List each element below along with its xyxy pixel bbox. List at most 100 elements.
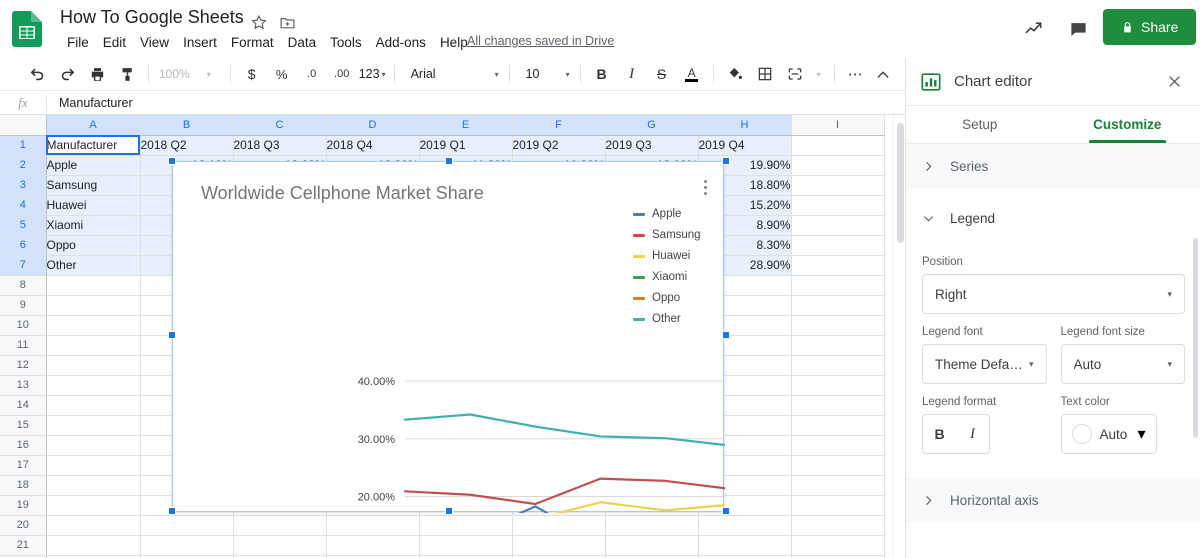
row-head-8[interactable]: 8 xyxy=(0,275,47,296)
font-family-select[interactable]: Arial ▾ xyxy=(407,62,503,86)
undo-icon[interactable] xyxy=(24,61,50,87)
row-head-15[interactable]: 15 xyxy=(0,415,47,436)
cell-A18[interactable] xyxy=(46,475,141,496)
row-head-10[interactable]: 10 xyxy=(0,315,47,336)
cell-I12[interactable] xyxy=(791,355,885,376)
move-to-folder-icon[interactable] xyxy=(276,11,298,33)
cell-I21[interactable] xyxy=(791,535,885,556)
section-series[interactable]: Series xyxy=(906,144,1200,188)
row-head-21[interactable]: 21 xyxy=(0,535,47,556)
cell-D21[interactable] xyxy=(326,535,420,556)
row-head-9[interactable]: 9 xyxy=(0,295,47,316)
cell-G21[interactable] xyxy=(605,535,699,556)
borders-icon[interactable] xyxy=(752,61,778,87)
row-head-18[interactable]: 18 xyxy=(0,475,47,496)
row-head-19[interactable]: 19 xyxy=(0,495,47,516)
row-head-3[interactable]: 3 xyxy=(0,175,47,196)
formula-input[interactable]: Manufacturer xyxy=(47,96,905,110)
resize-handle-bottom-right[interactable] xyxy=(722,507,730,515)
cell-E1[interactable]: 2019 Q1 xyxy=(419,135,513,156)
row-head-20[interactable]: 20 xyxy=(0,515,47,536)
cell-A9[interactable] xyxy=(46,295,141,316)
cell-C21[interactable] xyxy=(233,535,327,556)
print-icon[interactable] xyxy=(84,61,110,87)
legend-item-xiaomi[interactable]: Xiaomi xyxy=(633,271,701,283)
resize-handle-bottom-center[interactable] xyxy=(445,507,453,515)
cell-A10[interactable] xyxy=(46,315,141,336)
cell-C1[interactable]: 2018 Q3 xyxy=(233,135,327,156)
cell-A1[interactable]: Manufacturer xyxy=(46,135,141,156)
cell-I5[interactable] xyxy=(791,215,885,236)
cell-I9[interactable] xyxy=(791,295,885,316)
section-legend[interactable]: Legend xyxy=(906,196,1200,240)
cell-I17[interactable] xyxy=(791,455,885,476)
cell-F20[interactable] xyxy=(512,515,606,536)
cell-I15[interactable] xyxy=(791,415,885,436)
cell-I16[interactable] xyxy=(791,435,885,456)
merge-cells-icon[interactable] xyxy=(782,61,808,87)
cell-F21[interactable] xyxy=(512,535,606,556)
menu-file[interactable]: File xyxy=(60,33,96,52)
legend-item-apple[interactable]: Apple xyxy=(633,208,701,220)
resize-handle-middle-right[interactable] xyxy=(722,331,730,339)
decrease-decimal-button[interactable]: .0 xyxy=(299,61,325,87)
col-head-B[interactable]: B xyxy=(140,115,234,136)
sheet-vertical-scrollbar[interactable] xyxy=(893,115,905,558)
menu-view[interactable]: View xyxy=(133,33,176,52)
col-head-A[interactable]: A xyxy=(46,115,141,136)
resize-handle-bottom-left[interactable] xyxy=(168,507,176,515)
cell-A8[interactable] xyxy=(46,275,141,296)
merge-caret-icon[interactable]: ▾ xyxy=(812,61,826,87)
cell-I7[interactable] xyxy=(791,255,885,276)
cell-G20[interactable] xyxy=(605,515,699,536)
cell-A13[interactable] xyxy=(46,375,141,396)
cell-A3[interactable]: Samsung xyxy=(46,175,141,196)
cell-I18[interactable] xyxy=(791,475,885,496)
col-head-G[interactable]: G xyxy=(605,115,699,136)
cell-C20[interactable] xyxy=(233,515,327,536)
section-horizontal-axis[interactable]: Horizontal axis xyxy=(906,478,1200,522)
cell-D1[interactable]: 2018 Q4 xyxy=(326,135,420,156)
percent-format-button[interactable]: % xyxy=(269,61,295,87)
italic-button[interactable]: I xyxy=(619,61,645,87)
currency-format-button[interactable]: $ xyxy=(239,61,265,87)
row-head-13[interactable]: 13 xyxy=(0,375,47,396)
row-head-6[interactable]: 6 xyxy=(0,235,47,256)
menu-format[interactable]: Format xyxy=(224,33,281,52)
cell-G1[interactable]: 2019 Q3 xyxy=(605,135,699,156)
save-status[interactable]: All changes saved in Drive xyxy=(467,34,614,48)
document-title[interactable]: How To Google Sheets xyxy=(60,7,244,28)
cell-A15[interactable] xyxy=(46,415,141,436)
col-head-D[interactable]: D xyxy=(326,115,420,136)
chart-object[interactable]: Worldwide Cellphone Market Share 0.00%10… xyxy=(168,157,730,515)
cell-E21[interactable] xyxy=(419,535,513,556)
more-options-icon[interactable]: ⋯ xyxy=(843,61,869,87)
menu-edit[interactable]: Edit xyxy=(96,33,133,52)
cell-I19[interactable] xyxy=(791,495,885,516)
increase-decimal-button[interactable]: .00 xyxy=(329,61,355,87)
legend-item-oppo[interactable]: Oppo xyxy=(633,292,701,304)
star-icon[interactable] xyxy=(248,11,270,33)
cell-I10[interactable] xyxy=(791,315,885,336)
row-head-4[interactable]: 4 xyxy=(0,195,47,216)
col-head-F[interactable]: F xyxy=(512,115,606,136)
zoom-level[interactable]: 100% xyxy=(155,67,194,81)
cell-A19[interactable] xyxy=(46,495,141,516)
cell-A5[interactable]: Xiaomi xyxy=(46,215,141,236)
legend-italic-button[interactable]: I xyxy=(956,415,989,453)
zoom-caret-icon[interactable]: ▾ xyxy=(196,61,222,87)
cell-A16[interactable] xyxy=(46,435,141,456)
cell-I14[interactable] xyxy=(791,395,885,416)
cell-A20[interactable] xyxy=(46,515,141,536)
cell-A11[interactable] xyxy=(46,335,141,356)
col-head-C[interactable]: C xyxy=(233,115,327,136)
row-head-14[interactable]: 14 xyxy=(0,395,47,416)
row-head-7[interactable]: 7 xyxy=(0,255,47,276)
resize-handle-top-right[interactable] xyxy=(722,157,730,165)
menu-insert[interactable]: Insert xyxy=(176,33,224,52)
font-size-select[interactable]: 10 ▾ xyxy=(522,62,574,86)
cell-F1[interactable]: 2019 Q2 xyxy=(512,135,606,156)
cell-D20[interactable] xyxy=(326,515,420,536)
legend-item-huawei[interactable]: Huawei xyxy=(633,250,701,262)
collapse-toolbar-icon[interactable] xyxy=(871,63,895,87)
